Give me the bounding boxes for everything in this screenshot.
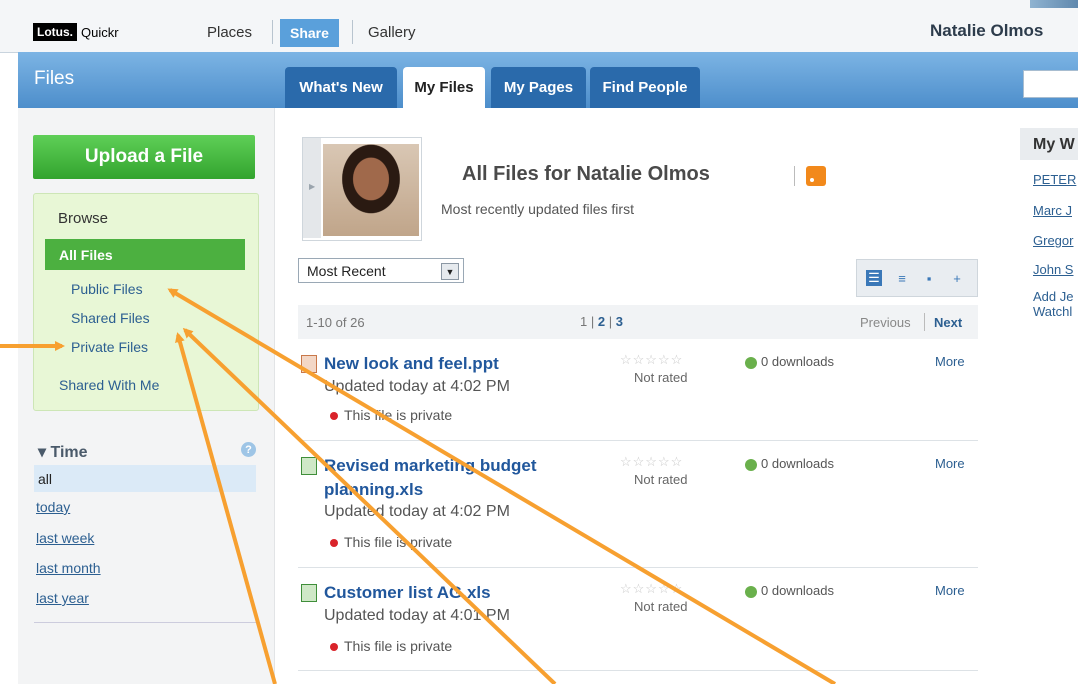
rating-status: Not rated	[634, 599, 688, 614]
rating-stars-icon[interactable]: ☆☆☆☆☆	[620, 352, 683, 368]
file-name-link[interactable]: Customer list AG.xls	[324, 583, 491, 603]
watchlist-person-link[interactable]: Gregor	[1033, 233, 1078, 248]
more-link[interactable]: More	[935, 456, 965, 471]
browse-public-files[interactable]: Public Files	[71, 281, 143, 297]
page-1-current: 1	[580, 314, 588, 329]
file-name-link[interactable]: Revised marketing budget	[324, 456, 537, 476]
watchlist-person-link[interactable]: Marc J	[1033, 203, 1078, 218]
private-icon	[330, 643, 338, 652]
file-row: Revised marketing budget planning.xls Up…	[298, 454, 978, 568]
download-icon	[745, 585, 757, 598]
user-name[interactable]: Natalie Olmos	[930, 21, 1043, 41]
more-link[interactable]: More	[935, 583, 965, 598]
file-updated: Updated today at 4:02 PM	[324, 503, 510, 520]
watchlist-title: My W	[1020, 128, 1078, 160]
browse-all-files[interactable]: All Files	[45, 239, 245, 270]
spreadsheet-file-icon	[301, 584, 317, 602]
nav-places[interactable]: Places	[207, 18, 252, 46]
grid-view-icon[interactable]: ▪	[921, 270, 937, 286]
private-icon	[330, 539, 338, 548]
page-links: 1 | 2 | 3	[580, 314, 623, 329]
download-count: 0 downloads	[745, 354, 834, 369]
expand-arrow-icon: ▶	[309, 182, 316, 191]
left-sidebar: Upload a File Browse All Files Public Fi…	[18, 108, 275, 684]
page-title: All Files for Natalie Olmos	[462, 163, 710, 185]
sidebar-divider	[34, 622, 258, 623]
rating-stars-icon[interactable]: ☆☆☆☆☆	[620, 454, 683, 470]
files-header: Files What's New My Files My Pages Find …	[18, 52, 1078, 108]
add-icon[interactable]: +	[949, 270, 965, 286]
rating-status: Not rated	[634, 370, 688, 385]
nav-separator	[272, 20, 273, 44]
detail-view-icon[interactable]: ☰	[866, 270, 882, 286]
nav-separator	[352, 20, 353, 44]
watchlist-person-link[interactable]: PETER	[1033, 172, 1078, 187]
tab-find-people[interactable]: Find People	[590, 67, 700, 108]
result-count: 1-10 of 26	[306, 315, 365, 330]
help-icon[interactable]: ?	[241, 442, 256, 457]
more-link[interactable]: More	[935, 354, 965, 369]
avatar[interactable]	[323, 144, 419, 236]
file-updated: Updated today at 4:01 PM	[324, 607, 510, 624]
section-title: Files	[34, 68, 75, 89]
logo-quickr: Quickr	[81, 24, 119, 40]
upload-file-button[interactable]: Upload a File	[33, 135, 255, 179]
time-filter-last-year[interactable]: last year	[36, 590, 89, 606]
chevron-down-icon[interactable]: ▼	[441, 263, 459, 280]
time-filter-last-week[interactable]: last week	[36, 530, 94, 546]
download-icon	[745, 356, 757, 369]
file-name-link-continued[interactable]: planning.xls	[324, 480, 423, 500]
time-filter-today[interactable]: today	[36, 499, 70, 515]
nav-gallery[interactable]: Gallery	[368, 18, 416, 46]
download-count: 0 downloads	[745, 583, 834, 598]
presentation-file-icon	[301, 355, 317, 373]
browse-private-files[interactable]: Private Files	[71, 339, 148, 355]
pagination-bar: 1-10 of 26 1 | 2 | 3 Previous Next	[298, 305, 978, 339]
watchlist-person-link[interactable]: John S	[1033, 262, 1078, 277]
corner-banner-image	[1030, 0, 1078, 8]
rss-feed-icon[interactable]	[806, 166, 826, 186]
private-icon	[330, 412, 338, 421]
sort-select[interactable]: Most Recent ▼	[298, 258, 464, 283]
browse-shared-with-me[interactable]: Shared With Me	[59, 377, 159, 393]
title-separator	[794, 166, 795, 186]
list-view-icon[interactable]: ≡	[894, 270, 910, 286]
browse-title: Browse	[58, 210, 109, 227]
page-subtitle: Most recently updated files first	[441, 201, 634, 217]
top-bar: Lotus. Quickr Places Share Gallery Natal…	[0, 0, 1078, 53]
file-row: New look and feel.ppt Updated today at 4…	[298, 352, 978, 441]
sort-select-value: Most Recent	[307, 262, 386, 279]
page-2-link[interactable]: 2	[598, 314, 605, 329]
tab-whats-new[interactable]: What's New	[285, 67, 397, 108]
previous-link: Previous	[860, 315, 911, 330]
lotus-quickr-logo[interactable]: Lotus. Quickr	[33, 21, 119, 43]
file-privacy: This file is private	[330, 407, 452, 423]
logo-lotus: Lotus.	[33, 23, 77, 41]
rating-status: Not rated	[634, 472, 688, 487]
download-count: 0 downloads	[745, 456, 834, 471]
spreadsheet-file-icon	[301, 457, 317, 475]
add-to-watchlist-link[interactable]: Add Je Watchl	[1033, 289, 1078, 319]
time-filter-title[interactable]: ▾ Time	[38, 442, 88, 462]
file-name-link[interactable]: New look and feel.ppt	[324, 354, 499, 374]
browse-panel: Browse All Files Public Files Shared Fil…	[33, 193, 259, 411]
nav-share[interactable]: Share	[280, 19, 339, 47]
file-updated: Updated today at 4:02 PM	[324, 378, 510, 395]
file-row: Customer list AG.xls Updated today at 4:…	[298, 581, 978, 671]
file-privacy: This file is private	[330, 534, 452, 550]
profile-photo-frame: ▶	[302, 137, 422, 241]
search-input[interactable]	[1023, 70, 1078, 98]
browse-shared-files[interactable]: Shared Files	[71, 310, 150, 326]
time-filter-all[interactable]: all	[34, 465, 256, 492]
tab-my-files[interactable]: My Files	[403, 67, 485, 108]
pager-separator	[924, 313, 925, 331]
view-mode-toolbar: ☰ ≡ ▪ +	[856, 259, 978, 297]
next-link[interactable]: Next	[934, 315, 962, 330]
file-privacy: This file is private	[330, 638, 452, 654]
download-icon	[745, 458, 757, 471]
tab-my-pages[interactable]: My Pages	[491, 67, 586, 108]
page-3-link[interactable]: 3	[616, 314, 623, 329]
time-filter-last-month[interactable]: last month	[36, 560, 101, 576]
rating-stars-icon[interactable]: ☆☆☆☆☆	[620, 581, 683, 597]
